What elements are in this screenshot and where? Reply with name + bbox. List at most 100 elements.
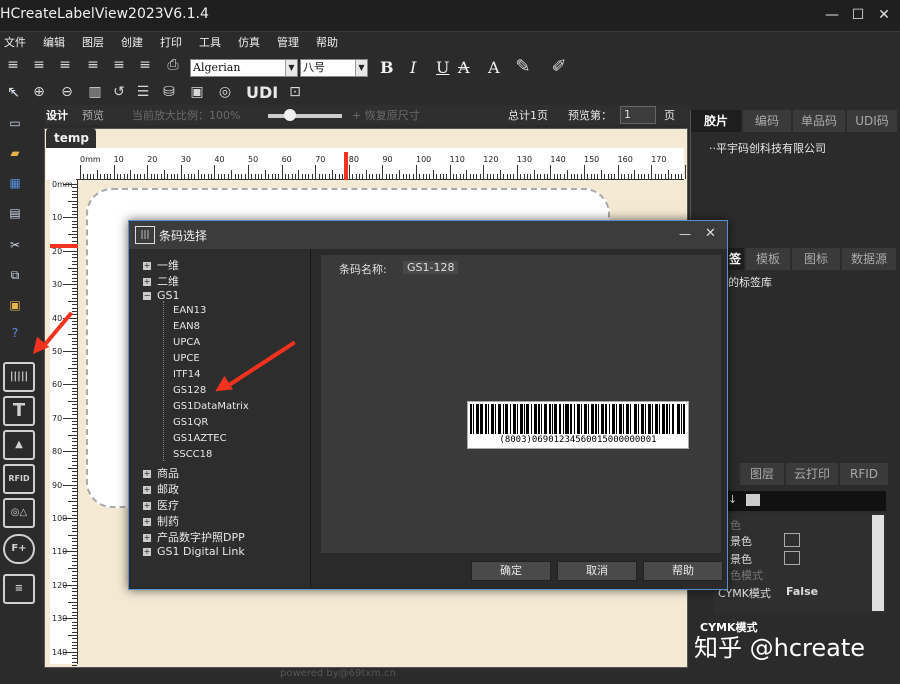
- company-item[interactable]: ··平宇码创科技有限公司: [709, 140, 826, 156]
- tab-preview[interactable]: 预览: [82, 107, 104, 123]
- car-icon[interactable]: ▣: [188, 83, 206, 101]
- bold-button[interactable]: B: [380, 58, 394, 77]
- font-name-select[interactable]: Algerian ▼: [190, 59, 298, 77]
- tab-cloud-print[interactable]: 云打印: [786, 463, 838, 485]
- grid-icon[interactable]: [746, 494, 760, 506]
- minimize-button[interactable]: —: [822, 6, 842, 24]
- rfid-tool-icon[interactable]: RFID: [3, 464, 35, 494]
- tab-encoding[interactable]: 编码: [743, 110, 791, 132]
- zoom-slider-thumb[interactable]: [284, 109, 296, 121]
- eraser-icon[interactable]: ✐: [550, 58, 568, 76]
- maximize-button[interactable]: ☐: [848, 6, 868, 24]
- tab-layer[interactable]: 图层: [740, 463, 784, 485]
- align-center-icon[interactable]: ≡: [30, 56, 48, 74]
- paste-icon[interactable]: ▣: [6, 298, 24, 314]
- tree-node-gs1-digital-link[interactable]: + GS1 Digital Link: [143, 545, 245, 558]
- tab-design[interactable]: 设计: [46, 107, 68, 123]
- shape-tool-icon[interactable]: ◎△: [3, 498, 35, 528]
- close-button[interactable]: ✕: [874, 6, 894, 24]
- tree-node-pharma[interactable]: + 制药: [143, 513, 179, 529]
- document-tab[interactable]: temp: [46, 128, 96, 148]
- strikethrough-button[interactable]: A: [458, 58, 470, 77]
- align-distribute-icon[interactable]: ≡: [110, 56, 128, 74]
- barcode-tool-icon[interactable]: |||||: [3, 362, 35, 392]
- restore-size-link[interactable]: + 恢复原尺寸: [352, 107, 420, 123]
- database-icon[interactable]: ☰: [134, 83, 152, 101]
- tab-item-code[interactable]: 单品码: [793, 110, 845, 132]
- formula-tool-icon[interactable]: F+: [3, 534, 35, 564]
- menu-manage[interactable]: 管理: [273, 34, 299, 52]
- tab-datasource[interactable]: 数据源: [842, 248, 896, 270]
- tab-label[interactable]: 签: [726, 248, 744, 270]
- prop-cymk-value[interactable]: False: [786, 585, 818, 598]
- tree-leaf-ean8[interactable]: EAN8: [173, 321, 200, 332]
- fg-color-swatch[interactable]: [784, 551, 800, 565]
- tree-leaf-upca[interactable]: UPCA: [173, 337, 200, 348]
- tab-udi-code[interactable]: UDI码: [847, 110, 897, 132]
- zoom-slider-track[interactable]: [268, 114, 342, 118]
- text-tool-icon[interactable]: T: [3, 396, 35, 426]
- tree-leaf-gs1qr[interactable]: GS1QR: [173, 417, 208, 428]
- menu-create[interactable]: 创建: [117, 34, 143, 52]
- menu-help[interactable]: 帮助: [312, 34, 338, 52]
- cancel-button[interactable]: 取消: [557, 561, 637, 581]
- dialog-minimize-button[interactable]: —: [679, 227, 691, 241]
- tree-node-dpp[interactable]: + 产品数字护照DPP: [143, 529, 245, 545]
- image-tool-icon[interactable]: ▲: [3, 430, 35, 460]
- zoom-out-icon[interactable]: ⊖: [58, 83, 76, 101]
- dialog-close-button[interactable]: ✕: [705, 226, 716, 241]
- tree-node-medical[interactable]: + 医疗: [143, 497, 179, 513]
- udi-button[interactable]: UDI: [246, 83, 278, 102]
- menu-print[interactable]: 打印: [156, 34, 182, 52]
- tree-leaf-upce[interactable]: UPCE: [173, 353, 200, 364]
- tree-node-2d[interactable]: + 二维: [143, 273, 179, 289]
- tree-node-1d[interactable]: + 一维: [143, 257, 179, 273]
- menu-tools[interactable]: 工具: [195, 34, 221, 52]
- menu-simulate[interactable]: 仿真: [234, 34, 260, 52]
- sort-icon[interactable]: ↓: [728, 493, 737, 506]
- zoom-in-icon[interactable]: ⊕: [30, 83, 48, 101]
- tree-node-goods[interactable]: + 商品: [143, 465, 179, 481]
- align-left-icon[interactable]: ≡: [4, 56, 22, 74]
- cut-icon[interactable]: ✂: [6, 238, 24, 254]
- ok-button[interactable]: 确定: [471, 561, 551, 581]
- help-button[interactable]: 帮助: [643, 561, 723, 581]
- property-scrollbar[interactable]: [872, 515, 884, 611]
- align-right-icon[interactable]: ≡: [56, 56, 74, 74]
- menu-layer[interactable]: 图层: [78, 34, 104, 52]
- cursor-icon[interactable]: ↖: [6, 86, 24, 102]
- align-justify-icon[interactable]: ≡: [84, 56, 102, 74]
- rfid-tag-icon[interactable]: ◎: [216, 83, 234, 101]
- align-fill-icon[interactable]: ≡: [136, 56, 154, 74]
- stack-icon[interactable]: ⛁: [160, 83, 178, 101]
- italic-button[interactable]: I: [410, 58, 416, 77]
- tree-leaf-ean13[interactable]: EAN13: [173, 305, 206, 316]
- save-icon[interactable]: ▦: [6, 176, 24, 192]
- help-icon[interactable]: ?: [6, 326, 24, 342]
- page-number-spinner[interactable]: 1: [620, 106, 656, 124]
- undo-icon[interactable]: ↺: [110, 83, 128, 101]
- tree-node-gs1[interactable]: − GS1: [143, 289, 180, 302]
- camera-icon[interactable]: ⊡: [286, 83, 304, 101]
- tree-leaf-itf14[interactable]: ITF14: [173, 369, 201, 380]
- brush-icon[interactable]: ✎: [514, 58, 532, 76]
- new-file-icon[interactable]: ▭: [6, 116, 24, 132]
- tree-leaf-sscc18[interactable]: SSCC18: [173, 449, 212, 460]
- tab-rfid[interactable]: RFID: [840, 463, 888, 485]
- label-library-item[interactable]: 的标签库: [728, 274, 772, 290]
- document-tool-icon[interactable]: ≡: [3, 574, 35, 604]
- copy-icon[interactable]: ⧉: [6, 268, 24, 284]
- font-size-select[interactable]: 八号 ▼: [300, 59, 368, 77]
- bg-color-swatch[interactable]: [784, 533, 800, 547]
- menu-file[interactable]: 文件: [0, 34, 26, 52]
- printer-icon[interactable]: ⎙: [164, 56, 182, 74]
- tree-leaf-gs1datamatrix[interactable]: GS1DataMatrix: [173, 401, 249, 412]
- tree-leaf-gs128[interactable]: GS128: [173, 385, 206, 396]
- underline-button[interactable]: U: [436, 58, 449, 77]
- tree-node-postal[interactable]: + 邮政: [143, 481, 179, 497]
- print-preview-icon[interactable]: ▤: [6, 206, 24, 222]
- tab-film[interactable]: 胶片: [691, 110, 741, 132]
- tree-leaf-gs1aztec[interactable]: GS1AZTEC: [173, 433, 227, 444]
- tab-icon[interactable]: 图标: [792, 248, 840, 270]
- menu-edit[interactable]: 编辑: [39, 34, 65, 52]
